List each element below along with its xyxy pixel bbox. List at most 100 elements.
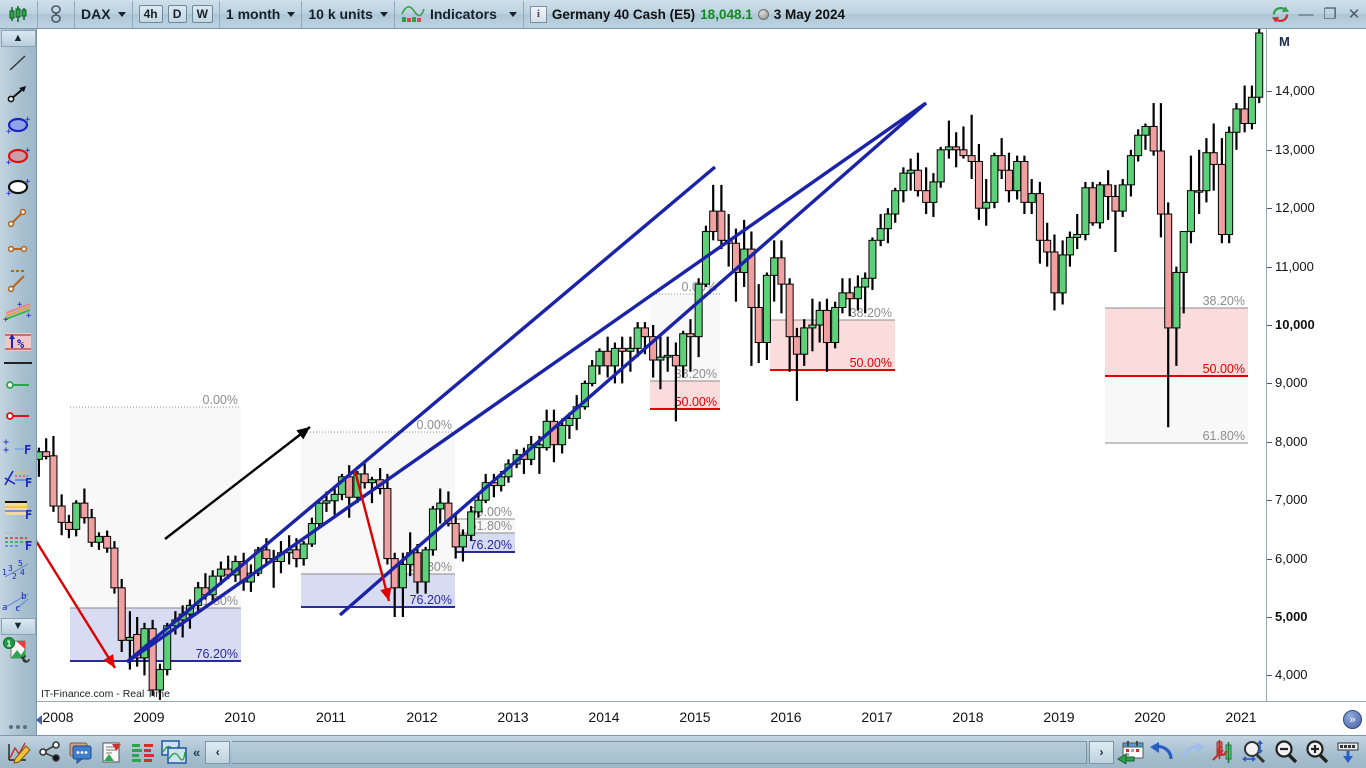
tool-ellipse-black[interactable]: + + (0, 171, 37, 202)
price-tick-label: 12,000 (1275, 200, 1315, 216)
candle-body (49, 455, 58, 507)
tool-parallel-channel[interactable]: + + + (0, 295, 37, 326)
chevron-down-icon: ▼ (12, 620, 24, 632)
tool-double-node[interactable] (0, 233, 37, 264)
chain-link-icon[interactable] (44, 2, 68, 26)
tool-fibonacci-retracement[interactable]: F (0, 493, 37, 524)
candle-body (1043, 239, 1052, 253)
divider (37, 0, 38, 28)
candle-body (1050, 251, 1059, 294)
price-axis[interactable]: M 14,000 13,000 12,000 11,000 10,000 9,000 8,0… (1266, 29, 1366, 741)
tool-ellipse-blue[interactable]: + + (0, 109, 37, 140)
fib-level-label: 0.00% (203, 393, 238, 407)
candle-body (936, 149, 945, 183)
zoom-in-icon[interactable] (1302, 738, 1331, 767)
candlestick-icon[interactable] (5, 2, 31, 26)
zoom-out-icon[interactable] (1271, 738, 1300, 767)
page-prev-button[interactable]: ‹ (205, 740, 231, 764)
price-tick-label: 14,000 (1275, 83, 1315, 99)
candle-body (1088, 187, 1097, 224)
svg-text:F: F (25, 508, 32, 520)
time-tick-label: 2020 (1134, 709, 1166, 725)
tool-settings-badge[interactable]: 1 (0, 635, 37, 666)
scroll-left-marker[interactable] (36, 715, 42, 725)
candle-body (1004, 169, 1013, 192)
tool-segment[interactable] (0, 202, 37, 233)
time-axis[interactable]: 2008 2009 2010 2011 2012 2013 2014 2015 2016 2017… (37, 701, 1366, 735)
tool-fibonacci-extension[interactable]: F (0, 524, 37, 555)
candle-body (367, 479, 376, 484)
windows-icon[interactable] (159, 738, 188, 767)
candle-body (663, 354, 672, 358)
three-dots-icon[interactable] (9, 725, 27, 729)
scroll-right-button[interactable]: » (1343, 710, 1362, 729)
candle-body (610, 347, 619, 367)
document-icon[interactable] (97, 738, 126, 767)
symbol-selector[interactable]: DAX (76, 1, 131, 28)
candle-body (565, 417, 574, 426)
tool-ellipse-red[interactable]: + + (0, 140, 37, 171)
time-tick-label: 2018 (952, 709, 984, 725)
period-selector[interactable]: 1 month (221, 1, 300, 28)
price-tick-label: 13,000 (1275, 141, 1315, 157)
candle-body (800, 327, 809, 355)
indicators-button[interactable]: Indicators (396, 1, 502, 28)
trading-platform-window: DAX 4h D W 1 month 10 k units Indicators… (0, 0, 1366, 768)
double-chevron-left-icon[interactable]: « (190, 745, 203, 760)
timeframe-4h[interactable]: 4h (138, 5, 163, 23)
tool-trendline[interactable] (0, 47, 37, 78)
chart-wrench-icon[interactable] (1209, 738, 1238, 767)
sidebar-collapse-up[interactable]: ▲ (0, 30, 36, 47)
time-tick-label: 2019 (1043, 709, 1075, 725)
candle-body (633, 327, 642, 349)
tool-arrow-line[interactable] (0, 78, 37, 109)
page-next-button[interactable]: › (1089, 740, 1114, 764)
close-button[interactable]: ✕ (1342, 1, 1366, 28)
tool-green-level[interactable] (0, 369, 37, 400)
divider (393, 0, 395, 28)
chart-plot-area[interactable]: 0.00% 61.80% 76.20% 0.00% 61.80% 76.20% 50.00%… (37, 29, 1266, 701)
price-tick-label: 8,000 (1275, 433, 1308, 449)
indicators-dropdown[interactable] (502, 1, 522, 28)
size-selector[interactable]: 10 k units (303, 1, 393, 28)
tool-red-level[interactable] (0, 400, 37, 431)
instrument-info-group: i Germany 40 Cash (E5) 18,048.1 3 May 20… (525, 1, 850, 28)
tool-fibonacci-fan[interactable]: F (0, 462, 37, 493)
fib-level-label: 61.80% (1203, 429, 1245, 443)
tool-percent-move[interactable]: % (0, 326, 37, 357)
pencil-chart-icon[interactable] (4, 738, 33, 767)
chart-svg: 0.00% 61.80% 76.20% 0.00% 61.80% 76.20% 50.00%… (37, 29, 1264, 700)
svg-text:c: c (15, 604, 20, 613)
calendar-back-icon[interactable] (1116, 738, 1145, 767)
candle-body (997, 155, 1006, 171)
uptrend-line-lower (126, 101, 927, 664)
restore-button[interactable]: ❐ (1318, 1, 1342, 28)
navigation-scrollbar[interactable] (232, 740, 1087, 764)
tool-elliott-wave[interactable]: 1 3 2 4 5 (0, 555, 37, 586)
svg-text:5: 5 (18, 559, 23, 568)
time-tick-label: 2010 (224, 709, 256, 725)
sidebar-expand-down[interactable]: ▼ (0, 618, 36, 635)
zoom-fit-icon[interactable] (1240, 738, 1269, 767)
tool-fibonacci-points[interactable]: + + F (0, 431, 37, 462)
info-icon[interactable]: i (529, 5, 547, 23)
depth-ladder-icon[interactable] (128, 738, 157, 767)
minimize-button[interactable]: — (1294, 1, 1318, 28)
svg-text:F: F (25, 539, 32, 551)
redo-arrow-icon[interactable] (1178, 738, 1207, 767)
timeframe-d[interactable]: D (167, 5, 187, 23)
scroll-to-end-icon[interactable] (1333, 738, 1362, 767)
fib-level-label: 50.00% (675, 395, 717, 409)
undo-arrow-icon[interactable] (1147, 738, 1176, 767)
share-icon[interactable] (35, 738, 64, 767)
candle-body (110, 547, 119, 589)
timeframe-w[interactable]: W (191, 5, 213, 23)
divider (74, 0, 75, 28)
price-tick-mark (1267, 558, 1272, 560)
comment-bubble-icon[interactable] (66, 738, 95, 767)
tool-dashed-ray[interactable] (0, 264, 37, 295)
chevron-down-icon (508, 11, 517, 17)
tool-abc-pattern[interactable]: a c b (0, 586, 37, 617)
refresh-icon[interactable] (1267, 2, 1294, 26)
price-tick-mark (1267, 383, 1272, 385)
